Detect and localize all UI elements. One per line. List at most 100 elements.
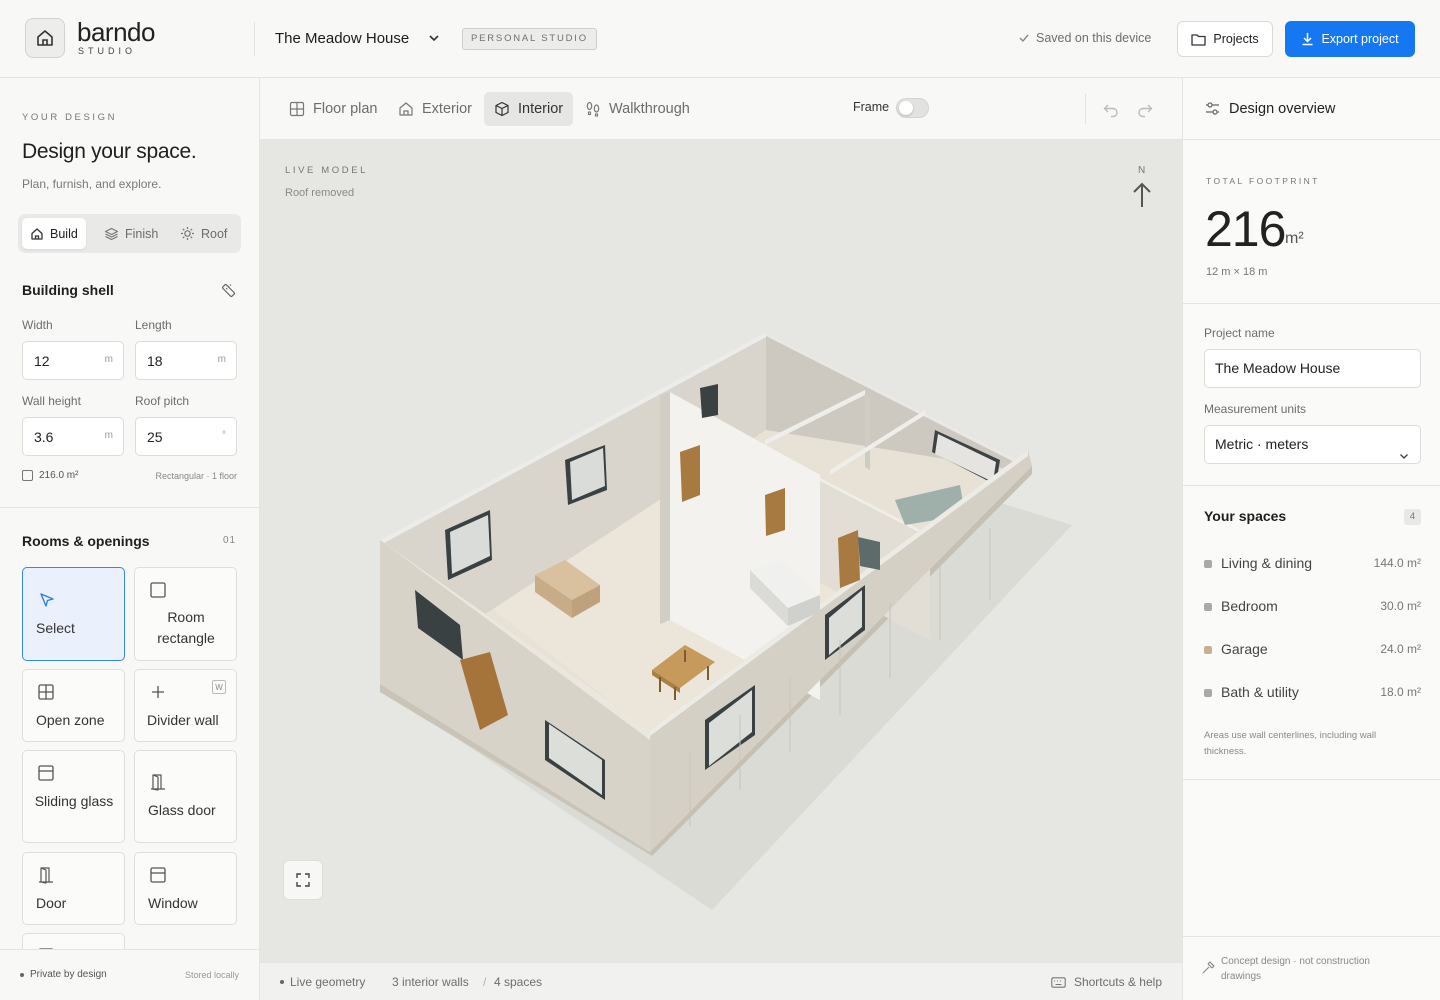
space-row-living-dining[interactable]: Living & dining 144.0 m² bbox=[1204, 555, 1421, 575]
cursor-icon bbox=[38, 591, 56, 614]
tab-walkthrough[interactable]: Walkthrough bbox=[575, 92, 700, 126]
total-footprint-eyebrow: TOTAL FOOTPRINT bbox=[1206, 176, 1320, 186]
header-divider bbox=[254, 22, 255, 56]
project-name-input[interactable]: The Meadow House bbox=[1204, 349, 1421, 388]
mode-tab-label: Finish bbox=[125, 226, 159, 241]
project-title[interactable]: The Meadow House bbox=[275, 30, 409, 47]
house-3d-model[interactable] bbox=[260, 140, 1182, 962]
space-row-bedroom[interactable]: Bedroom 30.0 m² bbox=[1204, 598, 1421, 618]
space-area: 144.0 m² bbox=[1373, 556, 1421, 570]
space-swatch bbox=[1204, 646, 1212, 654]
frame-label: Frame bbox=[853, 100, 890, 114]
tool-window-label: Window bbox=[148, 895, 198, 911]
mode-tab-roof[interactable]: Roof bbox=[172, 218, 235, 249]
space-row-garage[interactable]: Garage 24.0 m² bbox=[1204, 641, 1421, 661]
tool-select[interactable]: Select bbox=[22, 567, 125, 661]
width-value: 12 bbox=[34, 353, 50, 369]
home-icon bbox=[399, 102, 413, 116]
status-dot bbox=[280, 980, 284, 984]
tool-sliding-glass[interactable]: Sliding glass bbox=[22, 750, 125, 843]
sidebar-title: Design your space. bbox=[22, 140, 197, 163]
space-name: Bath & utility bbox=[1221, 684, 1299, 700]
ruler-icon[interactable] bbox=[220, 282, 237, 304]
roof-pitch-field[interactable]: 25 ° bbox=[135, 417, 237, 456]
area-value: 216.0 m² bbox=[39, 470, 79, 481]
top-header: barndo STUDIO The Meadow House PERSONAL … bbox=[0, 0, 1440, 78]
panel-divider bbox=[1183, 303, 1440, 304]
sidebar-eyebrow: YOUR DESIGN bbox=[22, 112, 118, 123]
roof-pitch-unit: ° bbox=[222, 430, 226, 441]
area-row: 216.0 m² bbox=[22, 470, 78, 481]
tool-open-zone-label: Open zone bbox=[36, 712, 105, 728]
sliders-icon bbox=[1205, 101, 1220, 121]
space-area: 18.0 m² bbox=[1380, 685, 1421, 699]
wall-height-field[interactable]: 3.6 m bbox=[22, 417, 124, 456]
design-overview-title: Design overview bbox=[1229, 101, 1336, 117]
width-field[interactable]: 12 m bbox=[22, 341, 124, 380]
panel-divider bbox=[1183, 485, 1440, 486]
tool-glass-door[interactable]: Glass door bbox=[134, 750, 237, 843]
tab-interior-label: Interior bbox=[518, 101, 564, 117]
space-row-bath-utility[interactable]: Bath & utility 18.0 m² bbox=[1204, 684, 1421, 704]
wall-height-label: Wall height bbox=[22, 394, 81, 408]
studio-badge: PERSONAL STUDIO bbox=[462, 28, 597, 50]
toggle-knob bbox=[899, 101, 913, 115]
export-project-button[interactable]: Export project bbox=[1285, 21, 1415, 57]
fullscreen-icon bbox=[296, 873, 310, 887]
panel-divider bbox=[1183, 779, 1440, 780]
length-label: Length bbox=[135, 318, 172, 332]
fullscreen-button[interactable] bbox=[283, 860, 323, 900]
tool-open-zone[interactable]: Open zone bbox=[22, 669, 125, 742]
roof-pitch-label: Roof pitch bbox=[135, 394, 190, 408]
footprint-value: 216 bbox=[1205, 201, 1286, 257]
sidebar-footer: Private by design Stored locally bbox=[0, 949, 259, 1000]
compass-label: N bbox=[1138, 165, 1146, 176]
tool-glass-door-label: Glass door bbox=[148, 802, 216, 818]
check-icon bbox=[1019, 34, 1029, 43]
areas-note: Areas use wall centerlines, including wa… bbox=[1204, 730, 1377, 757]
space-swatch bbox=[1204, 603, 1212, 611]
live-model-eyebrow: LIVE MODEL bbox=[285, 165, 369, 176]
footsteps-icon bbox=[586, 101, 600, 117]
concept-design-note: Concept design · not construction drawin… bbox=[1221, 956, 1370, 982]
space-name: Bedroom bbox=[1221, 598, 1278, 614]
tab-exterior[interactable]: Exterior bbox=[388, 92, 482, 126]
grid-icon bbox=[289, 101, 305, 117]
tool-divider-wall[interactable]: W Divider wall bbox=[134, 669, 237, 742]
left-sidebar: YOUR DESIGN Design your space. Plan, fur… bbox=[0, 78, 260, 1000]
live-geometry-status: Live geometry bbox=[280, 975, 365, 989]
tab-interior[interactable]: Interior bbox=[484, 92, 574, 126]
width-unit: m bbox=[104, 354, 113, 365]
tool-window[interactable]: Window bbox=[134, 852, 237, 925]
tab-floor-plan[interactable]: Floor plan bbox=[279, 92, 387, 126]
rooms-count: 01 bbox=[223, 535, 237, 546]
undo-icon[interactable] bbox=[1102, 100, 1120, 123]
units-select-value: Metric · meters bbox=[1215, 436, 1309, 452]
tool-room-rectangle[interactable]: Room rectangle bbox=[134, 567, 237, 661]
logo-home-icon[interactable] bbox=[25, 18, 65, 58]
status-separator: / bbox=[483, 975, 487, 989]
length-field[interactable]: 18 m bbox=[135, 341, 237, 380]
space-swatch bbox=[1204, 689, 1212, 697]
chevron-down-icon[interactable] bbox=[427, 31, 441, 50]
width-label: Width bbox=[22, 318, 53, 332]
shortcuts-help-button[interactable]: Shortcuts & help bbox=[1051, 975, 1162, 989]
logo-subtitle: STUDIO bbox=[78, 46, 137, 56]
live-geometry-text: Live geometry bbox=[290, 975, 366, 989]
mode-tab-finish[interactable]: Finish bbox=[96, 218, 166, 249]
units-select[interactable]: Metric · meters bbox=[1204, 425, 1421, 464]
building-shell-title: Building shell bbox=[22, 282, 114, 298]
tool-door[interactable]: Door bbox=[22, 852, 125, 925]
square-icon bbox=[149, 581, 167, 604]
view-toolbar: Floor plan Exterior Interior Walkthrough… bbox=[260, 78, 1182, 140]
mode-tab-build[interactable]: Build bbox=[22, 218, 86, 249]
layers-icon bbox=[104, 227, 119, 240]
folder-icon bbox=[1191, 33, 1207, 46]
saved-status-text: Saved on this device bbox=[1036, 31, 1152, 45]
3d-viewport[interactable]: LIVE MODEL Roof removed N bbox=[260, 140, 1182, 962]
units-label: Measurement units bbox=[1204, 402, 1307, 416]
projects-button[interactable]: Projects bbox=[1177, 21, 1273, 57]
area-checkbox[interactable] bbox=[22, 470, 33, 481]
frame-toggle[interactable] bbox=[896, 98, 929, 118]
redo-icon[interactable] bbox=[1136, 100, 1154, 123]
